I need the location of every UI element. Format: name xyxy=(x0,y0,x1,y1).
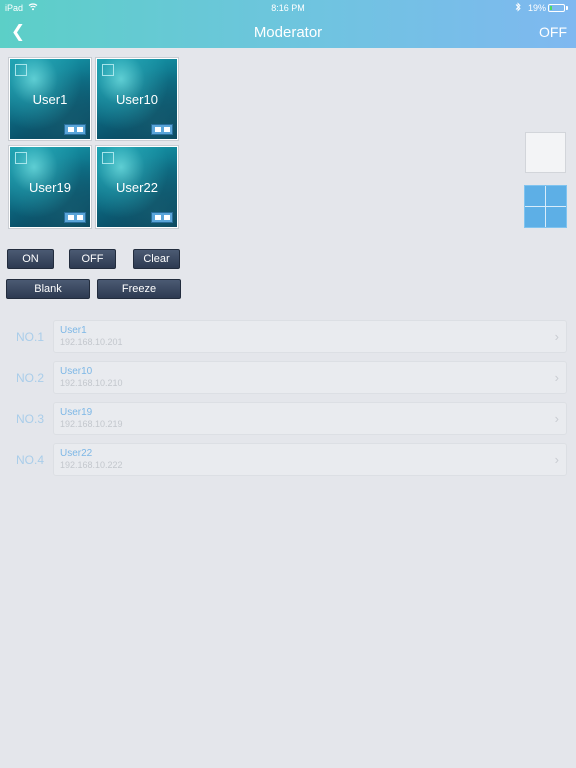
off-button[interactable]: OFF xyxy=(69,249,116,269)
split-screen-icon[interactable] xyxy=(151,124,173,135)
row-number: NO.2 xyxy=(15,371,44,385)
user-tile[interactable]: User22 xyxy=(96,146,178,228)
user-name: User19 xyxy=(60,407,93,418)
user-tile[interactable]: User10 xyxy=(96,58,178,140)
freeze-button[interactable]: Freeze xyxy=(97,279,181,299)
quad-layout-button[interactable] xyxy=(524,185,567,228)
clock: 8:16 PM xyxy=(271,3,305,13)
chevron-right-icon: › xyxy=(554,370,559,385)
status-bar: iPad 8:16 PM 19% xyxy=(0,0,576,16)
tile-label: User19 xyxy=(29,180,71,195)
tile-label: User10 xyxy=(116,92,158,107)
user-ip: 192.168.10.222 xyxy=(60,460,123,470)
tile-checkbox[interactable] xyxy=(102,152,114,164)
split-screen-icon[interactable] xyxy=(151,212,173,223)
blank-button[interactable]: Blank xyxy=(6,279,90,299)
user-list-item[interactable]: User1 192.168.10.201 › xyxy=(53,320,567,353)
user-ip: 192.168.10.201 xyxy=(60,337,123,347)
chevron-right-icon: › xyxy=(554,452,559,467)
user-name: User10 xyxy=(60,366,93,377)
on-button[interactable]: ON xyxy=(7,249,54,269)
row-number: NO.4 xyxy=(15,453,44,467)
navigation-header: iPad 8:16 PM 19% ❮ Moderator OFF xyxy=(0,0,576,48)
battery-level-fill xyxy=(550,6,552,10)
user-name: User22 xyxy=(60,448,93,459)
split-screen-icon[interactable] xyxy=(64,124,86,135)
user-tile[interactable]: User19 xyxy=(9,146,91,228)
chevron-right-icon: › xyxy=(554,411,559,426)
user-ip: 192.168.10.219 xyxy=(60,419,123,429)
user-list-item[interactable]: User22 192.168.10.222 › xyxy=(53,443,567,476)
tile-label: User1 xyxy=(32,92,68,107)
tile-checkbox[interactable] xyxy=(15,152,27,164)
user-list-item[interactable]: User19 192.168.10.219 › xyxy=(53,402,567,435)
battery-tip xyxy=(566,6,568,10)
user-tile[interactable]: User1 xyxy=(9,58,91,140)
tile-checkbox[interactable] xyxy=(15,64,27,76)
tile-checkbox[interactable] xyxy=(102,64,114,76)
user-ip: 192.168.10.210 xyxy=(60,378,123,388)
single-layout-button[interactable] xyxy=(525,132,566,173)
page-title: Moderator xyxy=(253,24,323,41)
row-number: NO.3 xyxy=(15,412,44,426)
user-list-item[interactable]: User10 192.168.10.210 › xyxy=(53,361,567,394)
battery-percentage: 19% xyxy=(528,3,547,13)
tile-label: User22 xyxy=(116,180,158,195)
clear-button[interactable]: Clear xyxy=(133,249,180,269)
power-off-button[interactable]: OFF xyxy=(539,24,567,40)
bluetooth-icon xyxy=(515,2,521,14)
battery-icon xyxy=(548,4,565,12)
split-screen-icon[interactable] xyxy=(64,212,86,223)
row-number: NO.1 xyxy=(15,330,44,344)
user-name: User1 xyxy=(60,325,87,336)
chevron-right-icon: › xyxy=(554,329,559,344)
